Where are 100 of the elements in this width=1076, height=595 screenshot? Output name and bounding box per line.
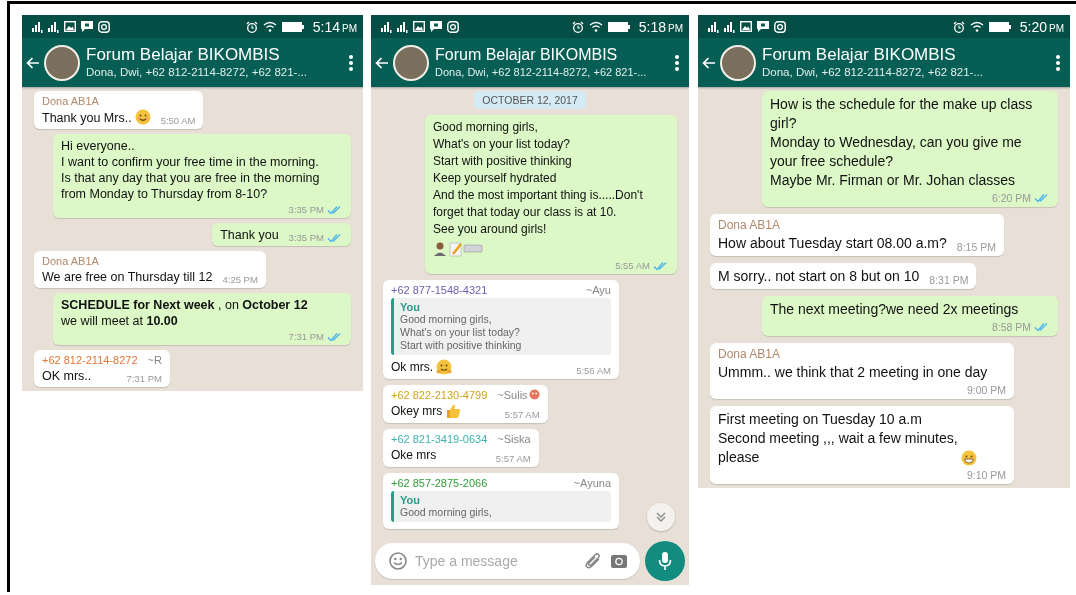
message-text: Thank you Mrs.. — [42, 110, 132, 126]
message-time: 5:57 AM — [495, 453, 531, 464]
message-text: How about Tuesday start 08.00 a.m? — [718, 234, 947, 253]
sender-name: +62 857-2875-2066 — [391, 477, 488, 489]
signal-icon — [381, 20, 392, 33]
chat-participants: Dona, Dwi, +62 812-2114-8272, +62 821-... — [762, 65, 984, 80]
wifi-icon — [969, 21, 984, 32]
signal-icon — [708, 20, 719, 33]
microphone-button[interactable] — [645, 541, 685, 581]
signal-icon — [48, 20, 59, 33]
sender-alias: ~Sulis — [497, 389, 528, 401]
grinning-face-icon — [960, 450, 977, 466]
sender-alias: ~Siska — [497, 433, 531, 445]
chat-title: Forum Belajar BIKOMBIS — [762, 45, 957, 65]
message-time: 7:31 PM — [288, 331, 324, 342]
message-time: 7:31 PM — [126, 373, 162, 384]
group-avatar[interactable] — [720, 44, 756, 81]
back-arrow-icon[interactable] — [375, 56, 389, 69]
message-text: OK mrs.. — [42, 368, 92, 384]
message-time: 5:57 AM — [504, 409, 540, 420]
back-arrow-icon[interactable] — [26, 56, 40, 69]
chat-icon — [81, 21, 93, 32]
battery-icon — [607, 21, 630, 32]
chat-icon — [757, 21, 769, 32]
clock-time: 5:14 — [312, 18, 340, 35]
thumbs-up-icon — [445, 403, 462, 419]
message-time: 8:58 PM — [991, 321, 1031, 333]
wifi-icon — [262, 21, 277, 32]
signal-icon — [32, 20, 43, 33]
camera-icon — [447, 20, 459, 33]
sender-alias: ~Ayu — [585, 284, 611, 296]
message-time: 3:35 PM — [288, 232, 324, 243]
smiley-icon[interactable] — [389, 552, 407, 570]
signal-icon — [724, 20, 735, 33]
message-text: Thank you — [220, 227, 279, 243]
message-time: 5:50 AM — [160, 115, 196, 126]
hugging-face-icon — [436, 359, 452, 375]
camera-icon[interactable] — [610, 552, 628, 570]
chat-title: Forum Belajar BIKOMBIS — [435, 45, 619, 65]
chat-title: Forum Belajar BIKOMBIS — [86, 45, 281, 65]
sender-name: Dona AB1A — [42, 255, 99, 267]
clock-time: 5:18 — [638, 18, 666, 35]
sender-alias: ~Ayuna — [573, 477, 611, 489]
clock-period: PM — [342, 22, 357, 34]
battery-icon — [281, 21, 304, 32]
chat-participants: Dona, Dwi, +62 812-2114-8272, +62 821-... — [86, 65, 308, 80]
menu-icon[interactable] — [349, 54, 353, 71]
image-icon — [64, 21, 76, 32]
camera-icon — [774, 20, 786, 33]
clock-period: PM — [668, 22, 683, 34]
quote-author: You — [400, 301, 421, 313]
emoji-drawing — [433, 241, 483, 257]
back-arrow-icon[interactable] — [702, 56, 716, 69]
sender-name: +62 822-2130-4799 — [391, 389, 488, 401]
message-time: 9:10 PM — [966, 469, 1006, 481]
chat-icon — [430, 21, 442, 32]
message-time: 9:00 PM — [966, 384, 1006, 396]
message-time: 8:31 PM — [929, 274, 969, 286]
sender-name: +62 812-2114-8272 — [42, 354, 138, 366]
alarm-clock-icon — [571, 20, 584, 33]
sender-name: +62 877-1548-4321 — [391, 284, 488, 296]
message-text: Oke mrs — [391, 447, 437, 464]
face-icon — [528, 389, 540, 400]
sender-name: Dona AB1A — [718, 218, 781, 232]
message-text: First meeting on Tuesday 10 a.m Second meeting ,,, wait a few minutes, please — [718, 410, 958, 467]
message-text: M sorry.. not start on 8 but on 10 — [718, 267, 920, 286]
quote-text: Good morning girls, — [400, 506, 493, 519]
sender-name: +62 821-3419-0634 — [391, 433, 488, 445]
double-chevron-icon — [655, 511, 667, 523]
message-text: How is the schedule for the make up class girl? Monday to Wednesday, can you give me your free schedule? Maybe Mr. Firman or Mr. Johan classes — [770, 95, 1034, 190]
sender-alias: ~R — [147, 354, 162, 366]
sender-name: Dona AB1A — [718, 347, 781, 361]
sender-name: Dona AB1A — [42, 95, 99, 107]
message-time: 5:55 AM — [615, 260, 650, 271]
menu-icon[interactable] — [1056, 54, 1060, 71]
alarm-clock-icon — [952, 20, 965, 33]
message-text: Ok mrs. — [391, 359, 433, 376]
quote-author: You — [400, 494, 421, 506]
wifi-icon — [588, 21, 603, 32]
microphone-icon — [658, 551, 672, 571]
clock-period: PM — [1049, 22, 1064, 34]
message-input-field[interactable]: Type a message — [415, 553, 576, 569]
message-text: Good morning girls, What's on your list today? Start with positive thinking Keep yourself hydrated And the most important thing is.....Don't forget that today our class is at 10. See you around girls! — [433, 119, 644, 238]
message-time: 6:20 PM — [991, 192, 1031, 204]
paperclip-icon[interactable] — [584, 552, 602, 570]
message-text: The next meeting?we need 2x meetings — [770, 300, 1019, 319]
menu-icon[interactable] — [675, 54, 679, 71]
battery-icon — [988, 21, 1011, 32]
alarm-clock-icon — [245, 20, 258, 33]
message-time: 8:15 PM — [956, 241, 996, 253]
message-time: 3:35 PM — [288, 204, 324, 215]
signal-icon — [397, 20, 408, 33]
group-avatar[interactable] — [44, 44, 80, 81]
message-composer[interactable]: Type a message — [375, 543, 640, 579]
message-time: 5:56 AM — [576, 365, 611, 376]
message-text: Hi everyone.. I want to confirm your free time in the morning. Is that any day that you are free in the morning from Monday to Thursday from 8-10? — [61, 138, 321, 202]
group-avatar[interactable] — [393, 44, 429, 81]
message-text: SCHEDULE for Next week , on October 12 we will meet at 10.00 — [61, 297, 308, 329]
camera-icon — [98, 20, 110, 33]
smiling-face-icon — [134, 109, 151, 125]
